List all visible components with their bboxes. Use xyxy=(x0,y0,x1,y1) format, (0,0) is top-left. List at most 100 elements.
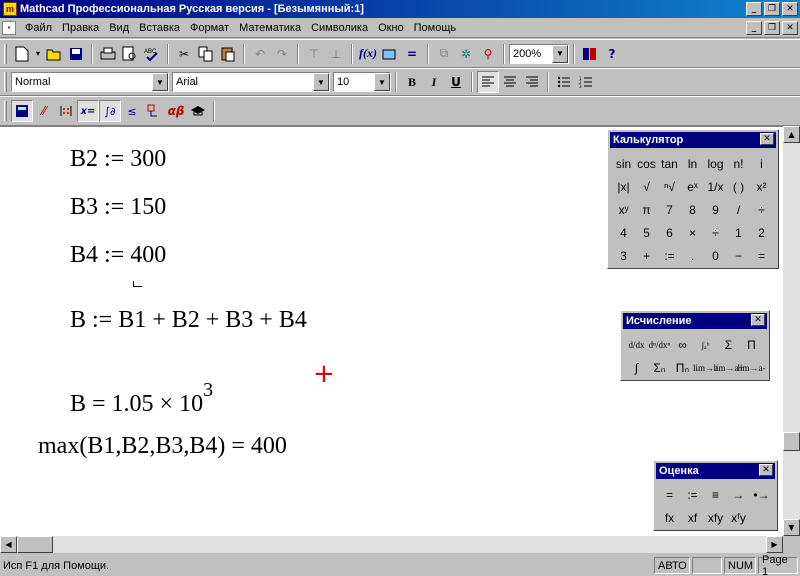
calculator-button[interactable]: := xyxy=(658,244,681,267)
calculus-button[interactable]: Πₙ xyxy=(671,356,694,379)
calculator-button[interactable]: x² xyxy=(750,175,773,198)
undo-icon[interactable]: ↶ xyxy=(249,43,271,65)
zoom-dropdown-icon[interactable]: ▼ xyxy=(552,44,568,63)
scroll-down-icon[interactable]: ▼ xyxy=(783,519,800,536)
cut-icon[interactable]: ✂ xyxy=(173,43,195,65)
italic-button[interactable]: I xyxy=(423,71,445,93)
style-select[interactable]: Normal ▼ xyxy=(11,72,169,92)
menu-help[interactable]: Помощь xyxy=(409,22,462,34)
menu-window[interactable]: Окно xyxy=(373,22,409,34)
calculator-button[interactable]: 1/x xyxy=(704,175,727,198)
align-top-icon[interactable]: ⊤ xyxy=(303,43,325,65)
mathcad-app-icon[interactable]: m xyxy=(3,2,17,16)
calculus-icon[interactable]: ∫∂ xyxy=(99,100,121,122)
calculator-button[interactable]: n! xyxy=(727,152,750,175)
zoom-select[interactable]: 200% ▼ xyxy=(509,43,569,64)
toolbar-grip[interactable] xyxy=(4,72,7,92)
calculator-button[interactable]: log xyxy=(704,152,727,175)
toolbar-grip[interactable] xyxy=(4,43,7,64)
calculator-button[interactable]: π xyxy=(635,198,658,221)
calculus-button[interactable]: Σₙ xyxy=(648,356,671,379)
calculus-button[interactable]: ∞ xyxy=(671,333,694,356)
calculator-button[interactable]: / xyxy=(727,198,750,221)
calculus-button[interactable]: ∫ₐᵇ xyxy=(694,333,717,356)
numbering-icon[interactable]: 123 xyxy=(575,71,597,93)
copy-icon[interactable] xyxy=(195,43,217,65)
calculator-button[interactable]: √ xyxy=(635,175,658,198)
close-button[interactable]: ✕ xyxy=(782,2,798,16)
menu-edit[interactable]: Правка xyxy=(57,22,104,34)
evaluation-button[interactable]: xᶠy xyxy=(727,506,750,529)
insert-unit-icon[interactable] xyxy=(379,43,401,65)
symbolic-icon[interactable] xyxy=(187,100,209,122)
style-dropdown-icon[interactable]: ▼ xyxy=(152,73,168,91)
def-b2[interactable]: B2 := 300 xyxy=(70,146,166,173)
evaluation-button[interactable]: := xyxy=(681,483,704,506)
align-right-icon[interactable] xyxy=(521,71,543,93)
evaluation-palette-title[interactable]: Оценка ✕ xyxy=(656,463,775,479)
calculator-button[interactable]: + xyxy=(635,244,658,267)
horizontal-scrollbar[interactable]: ◀ ▶ xyxy=(0,536,783,553)
evaluation-button[interactable]: •→ xyxy=(750,483,773,506)
menu-symbolics[interactable]: Символика xyxy=(306,22,373,34)
calculator-button[interactable]: tan xyxy=(658,152,681,175)
document-icon[interactable]: ▪ xyxy=(2,20,16,35)
evaluation-button[interactable]: → xyxy=(727,483,750,506)
calculator-button[interactable]: 8 xyxy=(681,198,704,221)
new-file-icon[interactable] xyxy=(11,43,33,65)
menu-file[interactable]: Файл xyxy=(20,22,57,34)
calculus-palette-title[interactable]: Исчисление ✕ xyxy=(623,313,767,329)
evaluation-button[interactable]: ≡ xyxy=(704,483,727,506)
calculus-button[interactable]: Π xyxy=(740,333,763,356)
calculator-button[interactable]: cos xyxy=(635,152,658,175)
calculator-button[interactable]: × xyxy=(681,221,704,244)
minimize-button[interactable]: _ xyxy=(746,2,762,16)
calculator-button[interactable]: eˣ xyxy=(681,175,704,198)
evaluation-button[interactable]: xf xyxy=(681,506,704,529)
calculator-button[interactable]: |x| xyxy=(612,175,635,198)
evaluation-button[interactable]: = xyxy=(658,483,681,506)
calculator-button[interactable]: ( ) xyxy=(727,175,750,198)
calculator-close-icon[interactable]: ✕ xyxy=(760,133,774,145)
calculator-button[interactable]: ⁿ√ xyxy=(658,175,681,198)
greek-icon[interactable]: αβ xyxy=(165,100,187,122)
font-dropdown-icon[interactable]: ▼ xyxy=(313,73,329,91)
calculus-close-icon[interactable]: ✕ xyxy=(751,314,765,326)
calculator-button[interactable]: 5 xyxy=(635,221,658,244)
paste-icon[interactable] xyxy=(217,43,239,65)
scroll-up-icon[interactable]: ▲ xyxy=(783,126,800,143)
calculator-button[interactable]: . xyxy=(681,244,704,267)
calculator-button[interactable]: ÷ xyxy=(704,221,727,244)
insert-function-icon[interactable]: f(x) xyxy=(357,43,379,65)
redo-icon[interactable]: ↷ xyxy=(271,43,293,65)
calculator-button[interactable]: ln xyxy=(681,152,704,175)
calculator-button[interactable]: 1 xyxy=(727,221,750,244)
new-dropdown-icon[interactable]: ▾ xyxy=(33,43,43,65)
font-select[interactable]: Arial ▼ xyxy=(172,72,330,92)
evaluation-button[interactable]: fx xyxy=(658,506,681,529)
bullets-icon[interactable] xyxy=(553,71,575,93)
calculus-button[interactable]: dⁿ/dxⁿ xyxy=(648,333,671,356)
print-icon[interactable] xyxy=(97,43,119,65)
calculator-button[interactable]: 4 xyxy=(612,221,635,244)
component-wizard-icon[interactable]: ⚲ xyxy=(477,43,499,65)
calculator-button[interactable]: 7 xyxy=(658,198,681,221)
calculator-icon[interactable] xyxy=(11,100,33,122)
calculate-icon[interactable]: = xyxy=(401,43,423,65)
vertical-scrollbar[interactable]: ▲ ▼ xyxy=(783,126,800,536)
calculator-button[interactable]: ÷ xyxy=(750,198,773,221)
def-b3[interactable]: B3 := 150 xyxy=(70,194,166,221)
calculator-button[interactable]: 0 xyxy=(704,244,727,267)
matrix-icon[interactable] xyxy=(55,100,77,122)
menu-math[interactable]: Математика xyxy=(234,22,306,34)
evaluation-close-icon[interactable]: ✕ xyxy=(759,464,773,476)
print-preview-icon[interactable] xyxy=(119,43,141,65)
result-max[interactable]: max(B1,B2,B3,B4) = 400 xyxy=(38,433,287,460)
programming-icon[interactable] xyxy=(143,100,165,122)
calculus-button[interactable]: Σ xyxy=(717,333,740,356)
menu-view[interactable]: Вид xyxy=(104,22,134,34)
vertical-scroll-thumb[interactable] xyxy=(783,432,800,451)
calculator-button[interactable]: 6 xyxy=(658,221,681,244)
menu-format[interactable]: Формат xyxy=(185,22,234,34)
horizontal-scroll-thumb[interactable] xyxy=(17,536,53,553)
